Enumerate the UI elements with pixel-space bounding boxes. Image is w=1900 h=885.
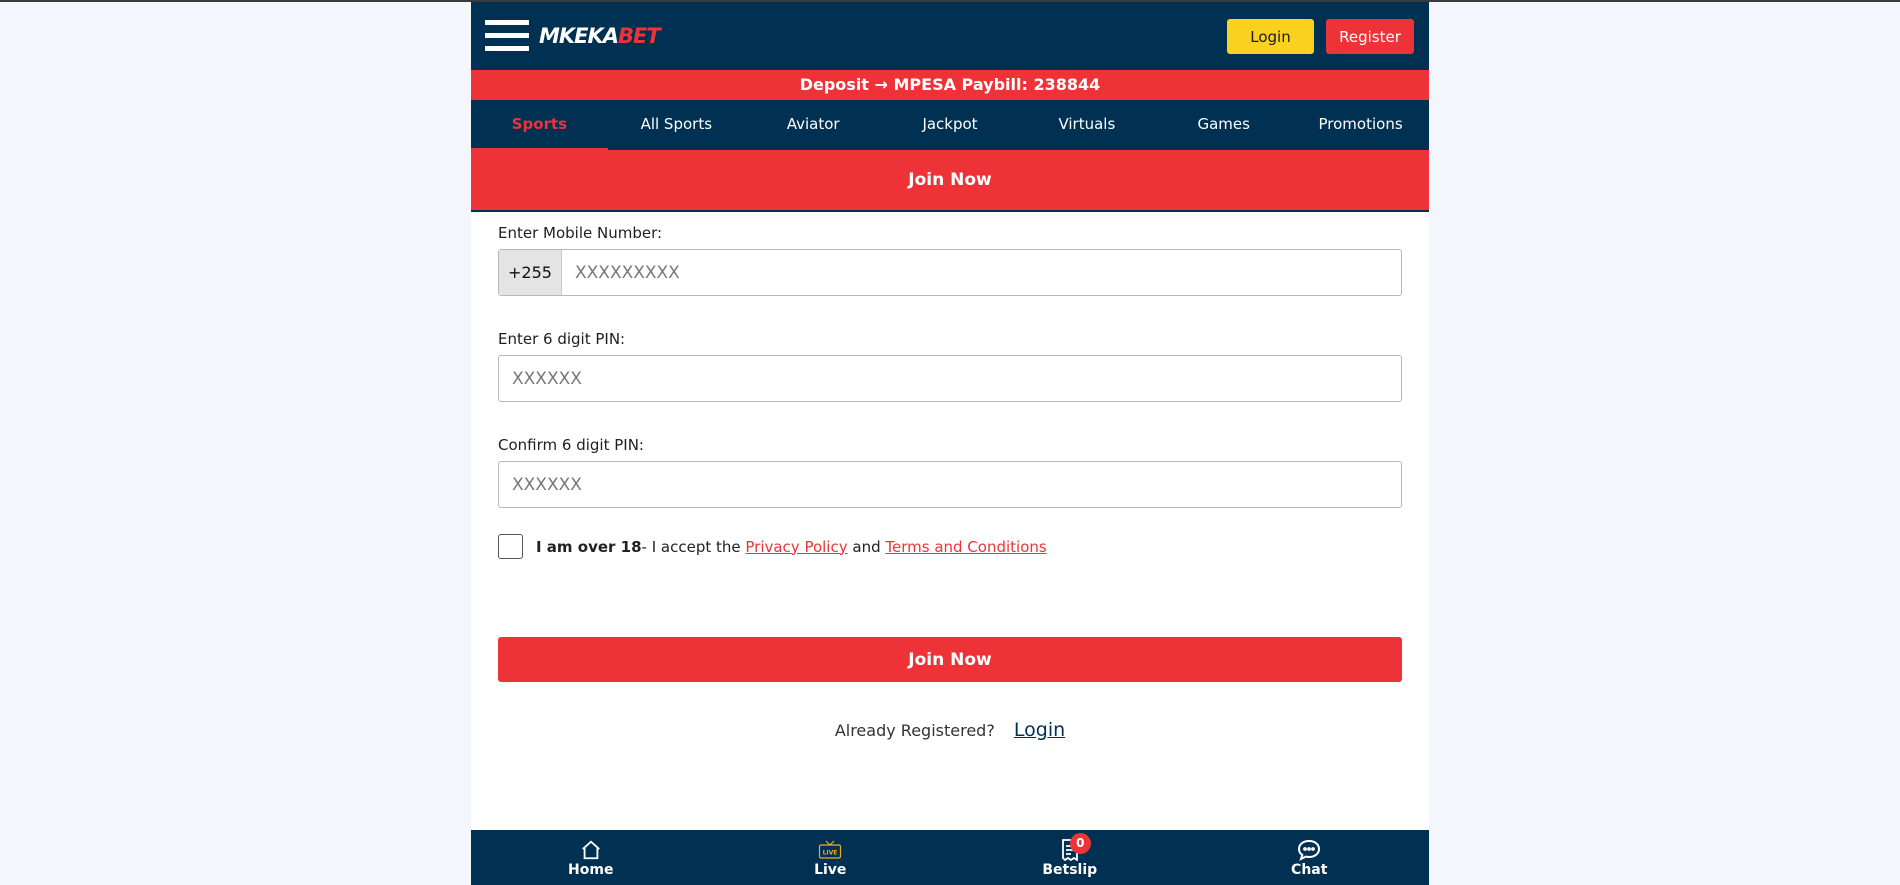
- join-now-button[interactable]: Join Now: [498, 637, 1402, 682]
- accept-text: - I accept the: [641, 537, 746, 556]
- login-button[interactable]: Login: [1227, 19, 1314, 54]
- register-button[interactable]: Register: [1326, 19, 1414, 54]
- confirm-pin-input[interactable]: [499, 462, 1401, 507]
- nav-item-virtuals[interactable]: Virtuals: [1018, 100, 1155, 150]
- logo[interactable]: MKEKABET: [539, 24, 661, 48]
- mobile-field-wrap: +255: [498, 249, 1402, 296]
- footer-item-betslip[interactable]: 0 Betslip: [950, 830, 1190, 885]
- logo-text-bet: BET: [618, 24, 661, 48]
- footer-label-home: Home: [568, 862, 614, 878]
- footer-label-betslip: Betslip: [1042, 862, 1098, 878]
- svg-text:LIVE: LIVE: [823, 850, 838, 857]
- nav-item-all-sports[interactable]: All Sports: [608, 100, 745, 150]
- pin-field-wrap: [498, 355, 1402, 402]
- betslip-count-badge: 0: [1069, 833, 1091, 854]
- live-icon: LIVE: [711, 838, 951, 862]
- confirm-pin-field-wrap: [498, 461, 1402, 508]
- already-registered-row: Already Registered? Login: [498, 719, 1402, 741]
- terms-row: I am over 18- I accept the Privacy Polic…: [498, 534, 1402, 559]
- pin-input[interactable]: [499, 356, 1401, 401]
- age-terms-checkbox[interactable]: [498, 534, 523, 559]
- nav-item-jackpot[interactable]: Jackpot: [882, 100, 1019, 150]
- login-link[interactable]: Login: [1014, 719, 1065, 741]
- join-now-banner: Join Now: [471, 150, 1429, 212]
- mobile-label: Enter Mobile Number:: [498, 224, 663, 242]
- deposit-banner[interactable]: Deposit → MPESA Paybill: 238844: [471, 70, 1429, 100]
- logo-text-mkeka: MKEKA: [539, 24, 619, 48]
- nav-item-games[interactable]: Games: [1155, 100, 1292, 150]
- header: MKEKABET Login Register: [471, 2, 1429, 70]
- app-container: MKEKABET Login Register Deposit → MPESA …: [471, 2, 1429, 885]
- footer-label-live: Live: [814, 862, 847, 878]
- confirm-pin-label: Confirm 6 digit PIN:: [498, 436, 644, 454]
- mobile-number-input[interactable]: [562, 250, 1401, 295]
- nav-item-sports[interactable]: Sports: [471, 100, 608, 150]
- country-code-prefix: +255: [499, 250, 562, 295]
- footer-item-home[interactable]: Home: [471, 830, 711, 885]
- registration-form: Enter Mobile Number: +255 Enter 6 digit …: [498, 224, 1402, 741]
- menu-icon[interactable]: [485, 20, 529, 54]
- nav-item-aviator[interactable]: Aviator: [745, 100, 882, 150]
- bottom-nav: Home LIVE Live 0 Betslip Chat: [471, 830, 1429, 885]
- terms-conditions-link[interactable]: Terms and Conditions: [885, 538, 1046, 556]
- nav-item-promotions[interactable]: Promotions: [1292, 100, 1429, 150]
- and-text: and: [847, 537, 886, 556]
- already-registered-text: Already Registered?: [834, 721, 995, 740]
- home-icon: [471, 838, 711, 862]
- privacy-policy-link[interactable]: Privacy Policy: [745, 538, 847, 556]
- chat-icon: [1190, 838, 1430, 862]
- footer-item-live[interactable]: LIVE Live: [711, 830, 951, 885]
- footer-item-chat[interactable]: Chat: [1190, 830, 1430, 885]
- footer-label-chat: Chat: [1291, 862, 1328, 878]
- pin-label: Enter 6 digit PIN:: [498, 330, 626, 348]
- age-confirm-text: I am over 18: [536, 537, 642, 556]
- main-nav: Sports All Sports Aviator Jackpot Virtua…: [471, 100, 1429, 150]
